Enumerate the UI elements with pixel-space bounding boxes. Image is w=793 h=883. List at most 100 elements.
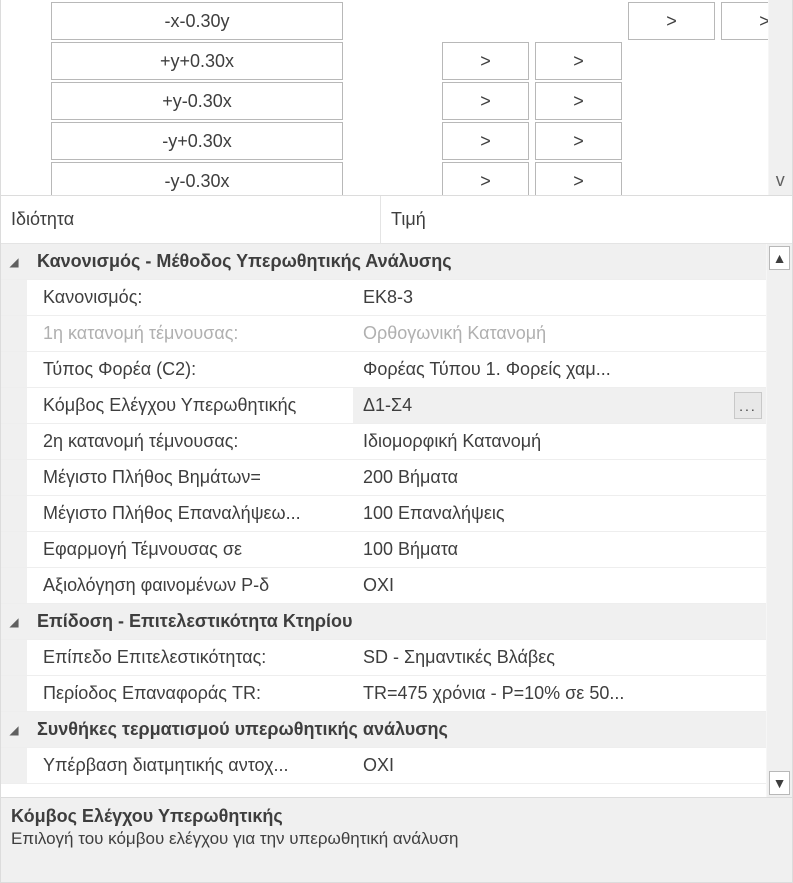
scroll-down-button[interactable]: ▼ — [769, 771, 790, 795]
property-row[interactable]: Περίοδος Επαναφοράς TR: TR=475 χρόνια - P… — [1, 676, 766, 712]
description-panel: Κόμβος Ελέγχου Υπερωθητικής Επιλογή του … — [1, 797, 792, 883]
scroll-down-icon[interactable]: v — [769, 170, 792, 191]
property-value-text: 100 Βήματα — [363, 539, 458, 560]
property-row[interactable]: 1η κατανομή τέμνουσας: Ορθογωνική Κατανομ… — [1, 316, 766, 352]
property-row[interactable]: Τύπος Φορέα (C2):Φορέας Τύπου 1. Φορείς … — [1, 352, 766, 388]
spacer — [349, 122, 436, 160]
property-label: 2η κατανομή τέμνουσας: — [27, 424, 353, 459]
load-combination-cell[interactable]: +y-0.30x — [51, 82, 343, 120]
property-value-text: EK8-3 — [363, 287, 413, 308]
property-group-header[interactable]: ◢Επίδοση - Επιτελεστικότητα Κτηρίου — [1, 604, 766, 640]
property-panel: -x-0.30y>>+y+0.30x>>+y-0.30x>>-y+0.30x>>… — [0, 0, 793, 883]
load-row: +y+0.30x >> — [51, 42, 762, 80]
spacer — [349, 2, 436, 40]
property-value-text: 100 Επαναλήψεις — [363, 503, 505, 524]
property-value[interactable]: Ορθογωνική Κατανομή — [353, 316, 766, 351]
property-group-header[interactable]: ◢Κανονισμός - Μέθοδος Υπερωθητικής Ανάλυ… — [1, 244, 766, 280]
property-value-text: ΟΧΙ — [363, 755, 394, 776]
load-row: -y-0.30x >> — [51, 162, 762, 195]
property-value[interactable]: 100 Επαναλήψεις — [353, 496, 766, 531]
empty-cell — [721, 42, 768, 80]
empty-cell — [628, 162, 715, 195]
ellipsis-button[interactable]: ... — [734, 392, 762, 419]
property-label: Κόμβος Ελέγχου Υπερωθητικής — [27, 388, 353, 423]
expand-icon[interactable]: ◢ — [1, 712, 27, 747]
property-row[interactable]: Κόμβος Ελέγχου ΥπερωθητικήςΔ1-Σ4... — [1, 388, 766, 424]
property-grid-body: ◢Κανονισμός - Μέθοδος Υπερωθητικής Ανάλυ… — [1, 244, 766, 797]
group-title: Συνθήκες τερματισμού υπερωθητικής ανάλυσ… — [27, 712, 766, 747]
empty-cell — [628, 42, 715, 80]
spacer — [349, 82, 436, 120]
property-row[interactable]: Κανονισμός:EK8-3 — [1, 280, 766, 316]
property-row[interactable]: Αξιολόγηση φαινομένων P-δ ΟΧΙ — [1, 568, 766, 604]
detail-button[interactable]: > — [442, 82, 529, 120]
spacer — [349, 42, 436, 80]
property-value[interactable]: ΟΧΙ — [353, 568, 766, 603]
scroll-up-button[interactable]: ▲ — [769, 246, 790, 270]
load-row: -y+0.30x >> — [51, 122, 762, 160]
row-gutter — [1, 352, 27, 387]
load-combination-cell[interactable]: -y+0.30x — [51, 122, 343, 160]
load-combination-cell[interactable]: -x-0.30y — [51, 2, 343, 40]
property-label: Υπέρβαση διατμητικής αντοχ... — [27, 748, 353, 783]
detail-button[interactable]: > — [535, 42, 622, 80]
header-value: Τιμή — [381, 196, 792, 243]
row-gutter — [1, 424, 27, 459]
row-gutter — [1, 748, 27, 783]
load-combination-cell[interactable]: +y+0.30x — [51, 42, 343, 80]
property-row[interactable]: Εφαρμογή Τέμνουσας σε100 Βήματα — [1, 532, 766, 568]
property-value[interactable]: ΟΧΙ — [353, 748, 766, 783]
detail-button[interactable]: > — [628, 2, 715, 40]
property-grid-scrollbar[interactable]: ▲ ▼ — [766, 244, 792, 797]
detail-button[interactable]: > — [442, 122, 529, 160]
property-value-text: Ορθογωνική Κατανομή — [363, 323, 546, 344]
property-value-text: Δ1-Σ4 — [363, 395, 412, 416]
property-value[interactable]: SD - Σημαντικές Βλάβες — [353, 640, 766, 675]
load-combinations-grid: -x-0.30y>>+y+0.30x>>+y-0.30x>>-y+0.30x>>… — [1, 0, 792, 196]
property-group-header[interactable]: ◢Συνθήκες τερματισμού υπερωθητικής ανάλυ… — [1, 712, 766, 748]
property-value[interactable]: Ιδιομορφική Κατανομή — [353, 424, 766, 459]
property-label: 1η κατανομή τέμνουσας: — [27, 316, 353, 351]
property-value[interactable]: EK8-3 — [353, 280, 766, 315]
property-value[interactable]: 200 Βήματα — [353, 460, 766, 495]
row-gutter — [1, 532, 27, 567]
empty-cell — [721, 122, 768, 160]
property-row[interactable]: 2η κατανομή τέμνουσας:Ιδιομορφική Κατανο… — [1, 424, 766, 460]
load-grid-scrollbar[interactable]: v — [768, 0, 792, 195]
header-property: Ιδιότητα — [1, 196, 381, 243]
property-row[interactable]: Μέγιστο Πλήθος Βημάτων= 200 Βήματα — [1, 460, 766, 496]
property-row[interactable]: Επίπεδο Επιτελεστικότητας:SD - Σημαντικέ… — [1, 640, 766, 676]
property-row[interactable]: Μέγιστο Πλήθος Επαναλήψεω...100 Επαναλήψ… — [1, 496, 766, 532]
detail-button[interactable]: > — [442, 162, 529, 195]
property-value-text: TR=475 χρόνια - P=10% σε 50... — [363, 683, 624, 704]
empty-cell — [721, 82, 768, 120]
empty-cell — [628, 82, 715, 120]
detail-button[interactable]: > — [442, 42, 529, 80]
property-value[interactable]: TR=475 χρόνια - P=10% σε 50... — [353, 676, 766, 711]
property-label: Περίοδος Επαναφοράς TR: — [27, 676, 353, 711]
group-title: Επίδοση - Επιτελεστικότητα Κτηρίου — [27, 604, 766, 639]
property-value-text: 200 Βήματα — [363, 467, 458, 488]
row-gutter — [1, 280, 27, 315]
load-combination-cell[interactable]: -y-0.30x — [51, 162, 343, 195]
detail-button[interactable]: > — [721, 2, 768, 40]
row-gutter — [1, 676, 27, 711]
group-title: Κανονισμός - Μέθοδος Υπερωθητικής Ανάλυσ… — [27, 244, 766, 279]
expand-icon[interactable]: ◢ — [1, 604, 27, 639]
description-title: Κόμβος Ελέγχου Υπερωθητικής — [11, 806, 782, 827]
detail-button[interactable]: > — [535, 122, 622, 160]
property-label: Μέγιστο Πλήθος Βημάτων= — [27, 460, 353, 495]
property-value[interactable]: Δ1-Σ4... — [353, 388, 766, 423]
detail-button[interactable]: > — [535, 162, 622, 195]
property-value[interactable]: Φορέας Τύπου 1. Φορείς χαμ... — [353, 352, 766, 387]
row-gutter — [1, 568, 27, 603]
detail-button[interactable]: > — [535, 82, 622, 120]
property-value-text: ΟΧΙ — [363, 575, 394, 596]
property-label: Αξιολόγηση φαινομένων P-δ — [27, 568, 353, 603]
load-row: +y-0.30x >> — [51, 82, 762, 120]
expand-icon[interactable]: ◢ — [1, 244, 27, 279]
property-grid: ◢Κανονισμός - Μέθοδος Υπερωθητικής Ανάλυ… — [1, 244, 792, 797]
property-value[interactable]: 100 Βήματα — [353, 532, 766, 567]
property-row[interactable]: Υπέρβαση διατμητικής αντοχ... ΟΧΙ — [1, 748, 766, 784]
property-grid-header: Ιδιότητα Τιμή — [1, 196, 792, 244]
